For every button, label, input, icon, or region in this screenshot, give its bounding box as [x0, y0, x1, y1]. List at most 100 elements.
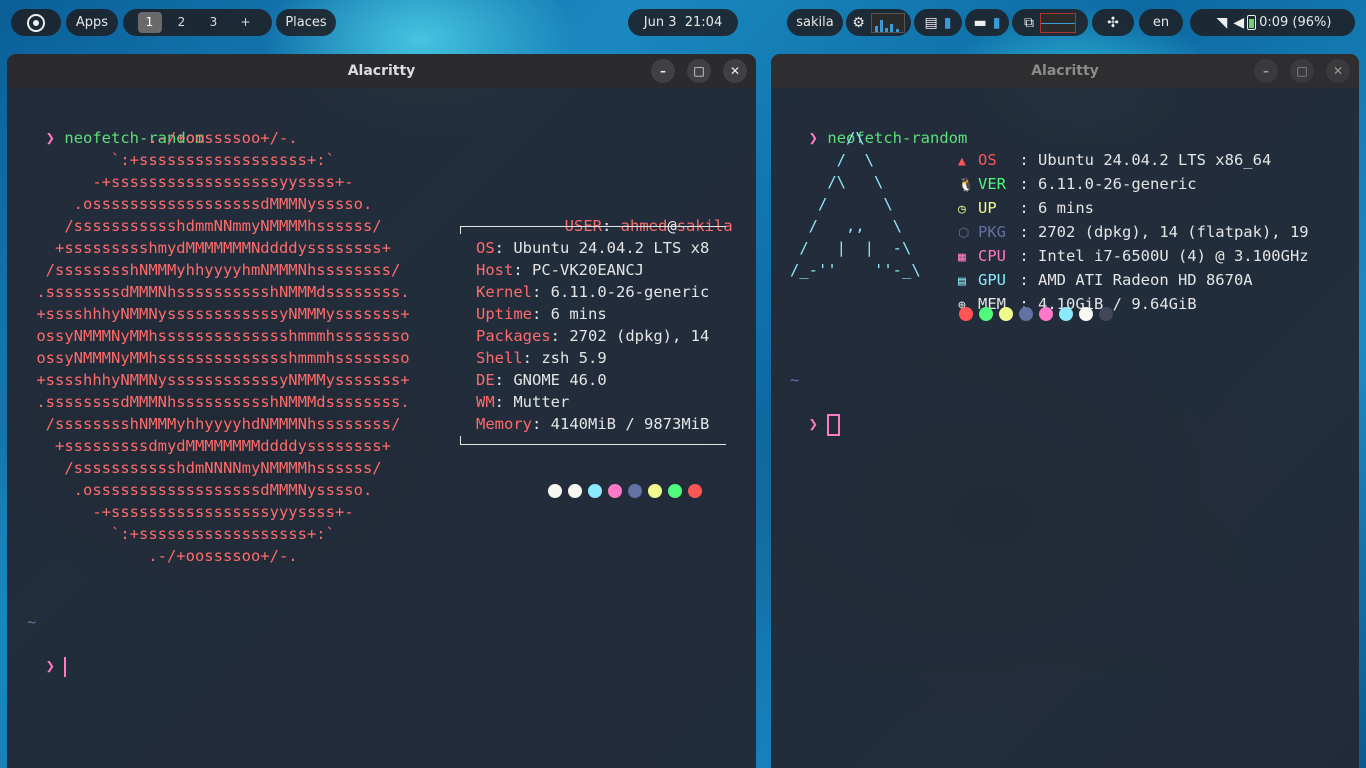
disk-icon: ▬ [973, 14, 987, 31]
minimize-button[interactable]: – [651, 59, 675, 83]
window-title: Alacritty [347, 63, 416, 79]
places-button[interactable]: Places [276, 9, 336, 36]
close-button[interactable]: ✕ [1326, 59, 1350, 83]
palette-dot [959, 307, 973, 321]
palette-dot [1039, 307, 1053, 321]
info-key: WM [476, 393, 495, 411]
info-row: Packages: 2702 (dpkg), 14 [476, 327, 710, 345]
info-row: ▦ CPU : Intel i7-6500U (4) @ 3.100GHz [958, 245, 1309, 269]
places-label: Places [285, 15, 327, 30]
ascii-art-line: /ssssssssssshdmNNNNmyNMMMMhssssss/ [27, 459, 382, 477]
palette-dot [979, 307, 993, 321]
close-button[interactable]: ✕ [723, 59, 747, 83]
info-value: Ubuntu 24.04.2 LTS x8 [513, 239, 710, 257]
maximize-button[interactable]: □ [1290, 59, 1314, 83]
ascii-art-line: / | | -\ [790, 239, 912, 257]
info-row: OS: Ubuntu 24.04.2 LTS x8 [476, 239, 710, 257]
system-monitor-disk[interactable]: ▬ ▮ [965, 9, 1009, 36]
maximize-button[interactable]: □ [687, 59, 711, 83]
ascii-art-line: -+sssssssssssssssssyyyssss+- [27, 503, 354, 521]
info-value: GNOME 46.0 [513, 371, 607, 389]
apps-button[interactable]: Apps [66, 9, 118, 36]
info-key: DE [476, 371, 495, 389]
clock-label: Jun 3 21:04 [643, 15, 723, 30]
ubuntu-ascii-art: .-/+oossssoo+/-. `:+ssssssssssssssssss+:… [27, 127, 410, 567]
workspace-1[interactable]: 1 [137, 12, 162, 33]
info-bottom-tick [460, 436, 461, 444]
info-bottom-rule [460, 444, 726, 445]
ascii-art-line: -+ssssssssssssssssssyyssss+- [27, 173, 354, 191]
info-row: Memory: 4140MiB / 9873MiB [476, 415, 710, 433]
system-monitor-memory[interactable]: ▤ ▮ [914, 9, 962, 36]
info-row: ◷ UP : 6 mins [958, 197, 1309, 221]
info-key: OS [476, 239, 495, 257]
left-tilde: ~ [27, 613, 37, 631]
system-monitor-cpu[interactable]: ⚙ [846, 9, 911, 36]
minimize-button[interactable]: – [1254, 59, 1278, 83]
ascii-art-line: +ssssssssshmydMMMMMMMNddddyssssssss+ [27, 239, 391, 257]
right-titlebar[interactable]: Alacritty – □ ✕ [771, 54, 1359, 88]
text-cursor [827, 413, 841, 436]
ascii-art-line: `:+ssssssssssssssssss+:` [27, 151, 335, 169]
info-row: 🐧 VER : 6.11.0-26-generic [958, 173, 1309, 197]
info-value: AMD ATI Radeon HD 8670A [1038, 271, 1253, 289]
workspace-3[interactable]: 3 [202, 12, 226, 33]
extensions-button[interactable]: ✣ [1092, 9, 1134, 36]
ascii-art-line: +sssshhhyNMMNyssssssssssssyNMMMysssssss+ [27, 305, 410, 323]
memory-icon: ▤ [924, 14, 938, 31]
info-key: Host [476, 261, 514, 279]
left-titlebar[interactable]: Alacritty – □ ✕ [7, 54, 756, 88]
ascii-art-line: / ,, \ [790, 217, 902, 235]
palette-dot [588, 484, 602, 498]
info-icon: ▲ [958, 154, 966, 169]
ascii-art-line: .ssssssssdMMMNhsssssssssshNMMMdssssssss. [27, 283, 410, 301]
info-row: ⬡ PKG : 2702 (dpkg), 14 (flatpak), 19 [958, 221, 1309, 245]
system-status-menu[interactable]: ◥ ◀ 0:09 (96%) [1190, 9, 1355, 36]
ascii-art-line: / \ [790, 151, 874, 169]
info-key: UP [978, 199, 997, 217]
ascii-art-line: /ssssssssssshdmmNNmmyNMMMMhssssss/ [27, 217, 382, 235]
info-value: 6.11.0-26-generic [1038, 175, 1197, 193]
ascii-art-line: .ossssssssssssssssssdMMMNysssso. [27, 481, 373, 499]
ascii-art-line: .ssssssssdMMMNhsssssssssshNMMMdssssssss. [27, 393, 410, 411]
ascii-art-line: /\ \ [790, 173, 884, 191]
activities-button[interactable] [11, 9, 61, 36]
left-input-line[interactable]: ❯ [27, 633, 67, 677]
palette-dot [1099, 307, 1113, 321]
ascii-art-line: ossyNMMMNyMMhsssssssssssssshmmmhssssssso [27, 327, 410, 345]
ascii-art-line: +sssssssssdmydMMMMMMMMddddyssssssss+ [27, 437, 391, 455]
info-key: Shell [476, 349, 523, 367]
user-host-line: USER: ahmed@sakila [564, 217, 733, 235]
system-monitor-network[interactable]: ⧉ [1012, 9, 1088, 36]
info-key: VER [978, 175, 1006, 193]
right-tilde: ~ [790, 371, 800, 389]
add-workspace-button[interactable]: + [234, 12, 258, 33]
info-key: Uptime [476, 305, 532, 323]
clock-button[interactable]: Jun 3 21:04 [628, 9, 738, 36]
network-graph [1040, 12, 1076, 33]
user-button[interactable]: sakila [787, 9, 843, 36]
ascii-art-line: .-/+oossssoo+/-. [27, 129, 298, 147]
apps-label: Apps [75, 15, 109, 30]
info-value: 4140MiB / 9873MiB [550, 415, 710, 433]
right-input-line[interactable]: ❯ [790, 391, 841, 436]
ubuntu-logo-icon [27, 13, 45, 32]
palette-dot [568, 484, 582, 498]
info-row: WM: Mutter [476, 393, 570, 411]
info-row: Kernel: 6.11.0-26-generic [476, 283, 710, 301]
workspace-2[interactable]: 2 [170, 12, 194, 33]
window-title: Alacritty [1031, 63, 1099, 79]
prompt-symbol: ❯ [45, 657, 56, 675]
info-value: 6 mins [1038, 199, 1094, 217]
info-value: Ubuntu 24.04.2 LTS x86_64 [1038, 151, 1272, 169]
color-palette [548, 484, 708, 498]
ascii-art-line: ossyNMMMNyMMhsssssssssssssshmmmhssssssso [27, 349, 410, 367]
palette-dot [648, 484, 662, 498]
palette-dot [999, 307, 1013, 321]
workspace-switcher: 1 2 3 + [123, 9, 272, 36]
system-info-list: OS: Ubuntu 24.04.2 LTS x8 Host: PC-VK20EA… [476, 237, 709, 435]
info-row: Uptime: 6 mins [476, 305, 607, 323]
keyboard-layout-button[interactable]: en [1139, 9, 1183, 36]
info-icon: ▦ [958, 250, 966, 265]
battery-label: 0:09 (96%) [1259, 15, 1332, 30]
